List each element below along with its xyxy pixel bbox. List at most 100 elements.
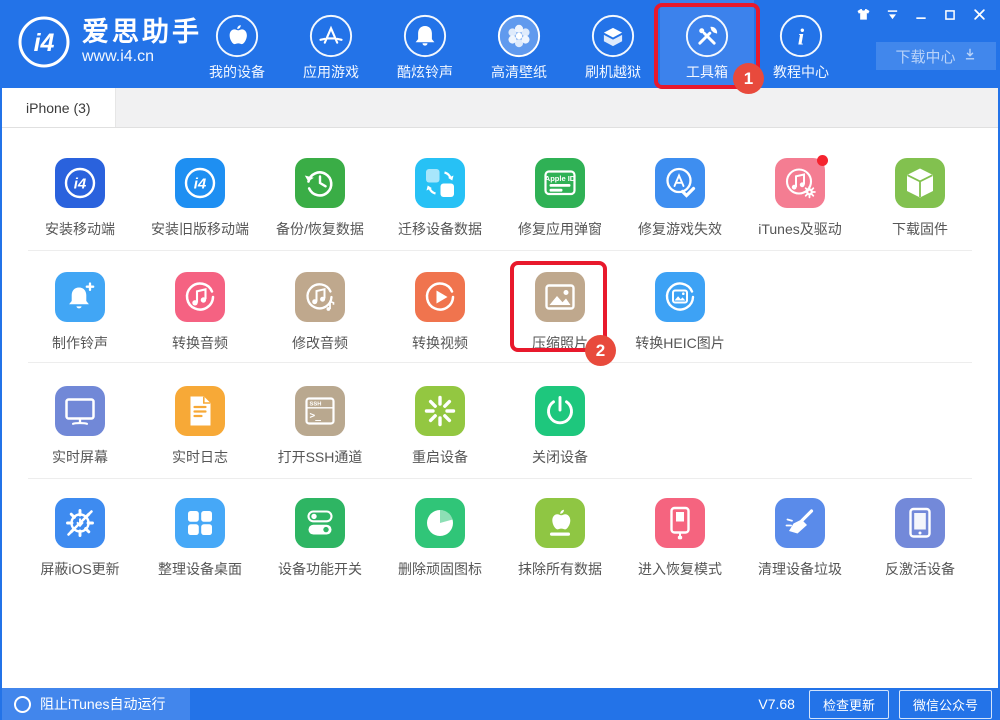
bell-icon — [402, 13, 448, 59]
tool-label: 实时日志 — [172, 447, 228, 467]
svg-text:i4: i4 — [194, 176, 207, 193]
info-icon: i — [778, 13, 824, 59]
tab-iphone[interactable]: iPhone (3) — [2, 88, 116, 127]
tool-backup-restore-data[interactable]: 备份/恢复数据 — [260, 158, 380, 250]
minimize-icon — [914, 8, 928, 27]
monitor-icon — [55, 386, 105, 436]
nav-item-my-devices[interactable]: 我的设备 — [190, 0, 284, 88]
photo-icon — [535, 272, 585, 322]
tool-label: 下载固件 — [892, 219, 948, 239]
close-button[interactable] — [968, 7, 990, 27]
tool-block-ios-update[interactable]: 屏蔽iOS更新 — [20, 498, 140, 594]
music-edit-icon — [295, 272, 345, 322]
tool-convert-heic[interactable]: 转换HEIC图片 — [620, 272, 740, 362]
tool-label: 屏蔽iOS更新 — [40, 559, 119, 579]
maximize-button[interactable] — [939, 7, 961, 27]
row-separator — [28, 478, 972, 479]
apple-icon — [214, 13, 260, 59]
wechat-official-account-button[interactable]: 微信公众号 — [899, 690, 992, 719]
nav-item-flash-jailbreak[interactable]: 刷机越狱 — [566, 0, 660, 88]
burst-rays-icon — [415, 386, 465, 436]
play-circle-icon — [415, 272, 465, 322]
tray-button[interactable] — [881, 7, 903, 27]
radio-unchecked-icon[interactable] — [14, 696, 31, 713]
i4-logo-icon: i4 — [16, 14, 72, 70]
tool-label: 修复游戏失效 — [638, 219, 722, 239]
tool-label: 删除顽固图标 — [398, 559, 482, 579]
tool-convert-audio[interactable]: 转换音频 — [140, 272, 260, 362]
tool-label: 整理设备桌面 — [158, 559, 242, 579]
window-border-left — [0, 0, 2, 720]
tool-install-old-mobile-client[interactable]: i4安装旧版移动端 — [140, 158, 260, 250]
toggles-icon — [295, 498, 345, 548]
flower-icon — [496, 13, 542, 59]
migrate-icon — [415, 158, 465, 208]
device-tab-bar: iPhone (3) — [0, 88, 1000, 128]
jailbreak-box-icon — [590, 13, 636, 59]
nav-item-apps-games[interactable]: 应用游戏 — [284, 0, 378, 88]
collapse-icon — [885, 8, 900, 27]
tool-label: 清理设备垃圾 — [758, 559, 842, 579]
apple-id-card-icon: Apple ID — [535, 158, 585, 208]
tool-label: 反激活设备 — [885, 559, 955, 579]
photo-circle-icon — [655, 272, 705, 322]
tool-make-ringtone[interactable]: 制作铃声 — [20, 272, 140, 362]
time-machine-icon — [295, 158, 345, 208]
tool-live-screen[interactable]: 实时屏幕 — [20, 386, 140, 478]
tool-row-4: 屏蔽iOS更新 整理设备桌面设备功能开关删除顽固图标 抹除所有数据 进入恢复模式 清理设… — [2, 478, 998, 594]
tool-erase-all-data[interactable]: 抹除所有数据 — [500, 498, 620, 594]
tool-device-feature-toggles[interactable]: 设备功能开关 — [260, 498, 380, 594]
tool-organize-device-desktop[interactable]: 整理设备桌面 — [140, 498, 260, 594]
ssh-terminal-icon: SSH>_ — [295, 386, 345, 436]
skin-button[interactable] — [852, 7, 874, 27]
tool-clean-device-junk[interactable]: 清理设备垃圾 — [740, 498, 860, 594]
tool-label: 进入恢复模式 — [638, 559, 722, 579]
svg-text:i4: i4 — [74, 176, 87, 193]
tool-install-mobile-client[interactable]: i4 安装移动端 — [20, 158, 140, 250]
svg-text:>_: >_ — [310, 411, 322, 422]
music-circle-icon — [175, 272, 225, 322]
tool-label: 修改音频 — [292, 333, 348, 353]
tool-open-ssh-channel[interactable]: SSH>_打开SSH通道 — [260, 386, 380, 478]
appstore-check-icon — [655, 158, 705, 208]
tool-label: 安装移动端 — [45, 219, 115, 239]
tool-shutdown-device[interactable]: 关闭设备 — [500, 386, 620, 478]
svg-text:i: i — [798, 25, 805, 50]
log-document-icon — [175, 386, 225, 436]
nav-item-cool-ringtones[interactable]: 酷炫铃声 — [378, 0, 472, 88]
nav-item-tutorial-center[interactable]: i教程中心 — [754, 0, 848, 88]
gear-block-icon — [55, 498, 105, 548]
annotation-step-1-badge: 1 — [733, 63, 764, 94]
tool-enter-recovery-mode[interactable]: 进入恢复模式 — [620, 498, 740, 594]
nav-item-label: 刷机越狱 — [585, 62, 641, 82]
nav-item-hd-wallpapers[interactable]: 高清壁纸 — [472, 0, 566, 88]
download-center-button[interactable]: 下载中心 — [876, 42, 996, 70]
download-center-label: 下载中心 — [895, 46, 955, 67]
tool-deactivate-device[interactable]: 反激活设备 — [860, 498, 980, 594]
tool-fix-game-invalid[interactable]: 修复游戏失效 — [620, 158, 740, 250]
row-separator — [28, 250, 972, 251]
tool-itunes-and-driver[interactable]: iTunes及驱动 — [740, 158, 860, 250]
brand-url: www.i4.cn — [82, 48, 202, 66]
tool-reboot-device[interactable]: 重启设备 — [380, 386, 500, 478]
tool-label: 抹除所有数据 — [518, 559, 602, 579]
window-controls — [852, 7, 990, 27]
power-icon — [535, 386, 585, 436]
tool-live-log[interactable]: 实时日志 — [140, 386, 260, 478]
nav-item-label: 应用游戏 — [303, 62, 359, 82]
tool-download-firmware[interactable]: 下载固件 — [860, 158, 980, 250]
tool-row-1: i4 安装移动端 i4安装旧版移动端备份/恢复数据迁移设备数据 Apple ID修复应… — [2, 128, 998, 250]
tool-label: 迁移设备数据 — [398, 219, 482, 239]
nav-item-label: 酷炫铃声 — [397, 62, 453, 82]
tool-fix-app-popup[interactable]: Apple ID修复应用弹窗 — [500, 158, 620, 250]
minimize-button[interactable] — [910, 7, 932, 27]
tool-delete-stubborn-icons[interactable]: 删除顽固图标 — [380, 498, 500, 594]
tool-migrate-device-data[interactable]: 迁移设备数据 — [380, 158, 500, 250]
tool-modify-audio[interactable]: 修改音频 — [260, 272, 380, 362]
check-update-button[interactable]: 检查更新 — [809, 690, 889, 719]
block-itunes-autorun-toggle[interactable]: 阻止iTunes自动运行 — [0, 688, 190, 720]
tool-convert-video[interactable]: 转换视频 — [380, 272, 500, 362]
bell-plus-icon — [55, 272, 105, 322]
tool-row-3: 实时屏幕实时日志 SSH>_打开SSH通道重启设备关闭设备 — [2, 362, 998, 478]
tool-label: 转换视频 — [412, 333, 468, 353]
